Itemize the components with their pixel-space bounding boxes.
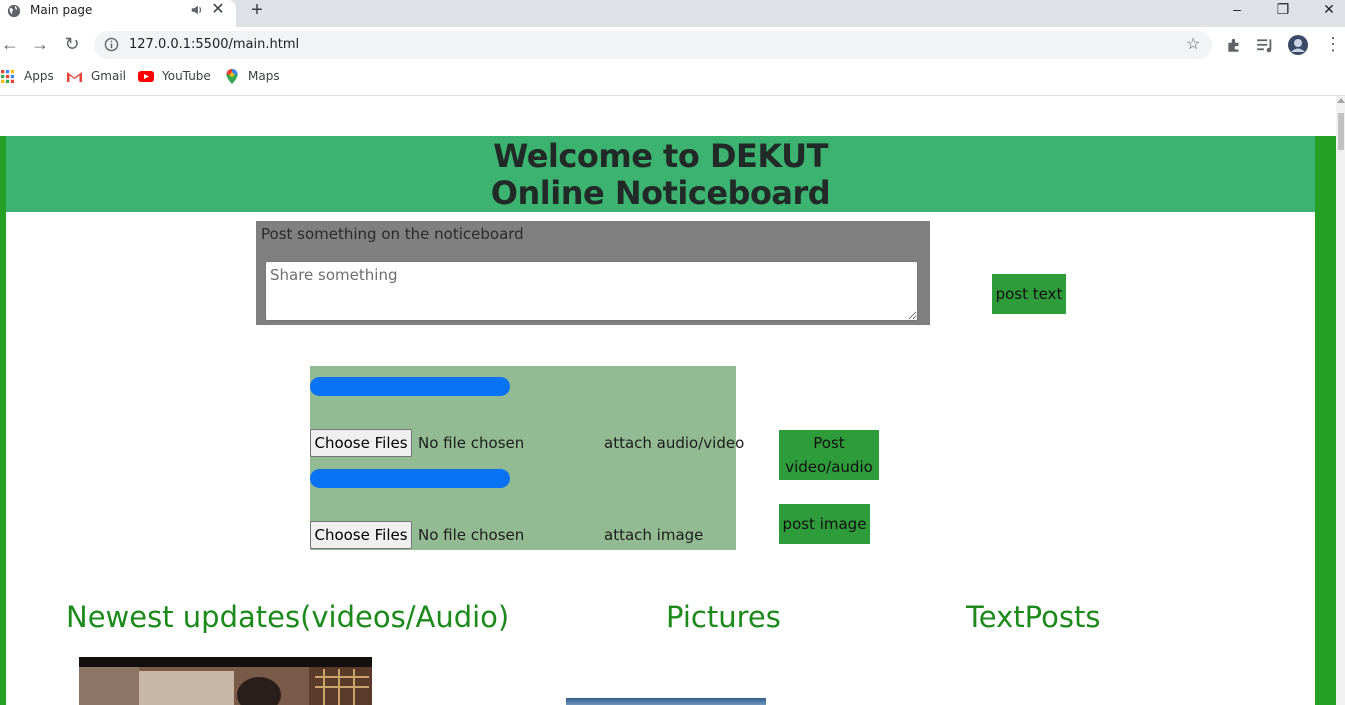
close-tab-icon[interactable]: ✕: [209, 1, 227, 19]
post-label: Post something on the noticeboard: [261, 225, 524, 243]
info-icon[interactable]: [104, 37, 119, 52]
youtube-icon: [138, 71, 154, 82]
choose-video-files-button[interactable]: Choose Files: [310, 429, 412, 457]
tab-title: Main page: [30, 3, 93, 17]
bookmark-apps[interactable]: Apps: [24, 69, 54, 83]
media-control-icon[interactable]: [1256, 36, 1274, 54]
scroll-up-icon[interactable]: [1337, 98, 1345, 103]
bookmark-maps[interactable]: Maps: [248, 69, 280, 83]
video-progress-bar: [310, 377, 510, 396]
bookmark-star-icon[interactable]: ☆: [1186, 34, 1200, 54]
post-text-button[interactable]: post text: [992, 274, 1066, 314]
post-video-audio-button[interactable]: Post video/audio: [779, 430, 879, 480]
profile-avatar-icon[interactable]: [1287, 34, 1309, 56]
menu-kebab-icon[interactable]: ⋮: [1324, 34, 1342, 54]
gmail-icon: [67, 71, 82, 82]
section-heading-textposts: TextPosts: [966, 600, 1101, 634]
attach-video-label: attach audio/video: [604, 434, 745, 452]
section-heading-videos: Newest updates(videos/Audio): [66, 600, 510, 634]
back-icon[interactable]: ←: [0, 34, 20, 54]
bookmark-youtube[interactable]: YouTube: [162, 69, 211, 83]
post-image-button[interactable]: post image: [779, 504, 870, 544]
forward-icon[interactable]: →: [30, 34, 50, 54]
share-textarea[interactable]: [265, 261, 918, 321]
reload-icon[interactable]: ↻: [62, 34, 82, 54]
video-player[interactable]: [79, 657, 372, 705]
image-progress-bar: [310, 469, 510, 488]
extensions-icon[interactable]: [1225, 36, 1243, 54]
window-close-icon[interactable]: ✕: [1306, 0, 1345, 20]
maps-icon: [226, 69, 238, 84]
post-video-label-line1: Post: [813, 434, 845, 452]
section-heading-pictures: Pictures: [666, 600, 781, 634]
page-scrollbar[interactable]: [1336, 96, 1345, 705]
picture-thumbnail[interactable]: [566, 698, 766, 705]
page-border-right: [1315, 136, 1336, 705]
video-frame-image: [79, 657, 372, 705]
globe-icon: [7, 4, 21, 18]
bookmark-gmail[interactable]: Gmail: [91, 69, 126, 83]
page-title-line1: Welcome to DEKUT: [493, 137, 828, 175]
apps-grid-icon: [1, 70, 14, 83]
attach-image-label: attach image: [604, 526, 704, 544]
page-border-left: [0, 136, 6, 705]
choose-image-files-button[interactable]: Choose Files: [310, 521, 412, 549]
page-title-line2: Online Noticeboard: [490, 174, 831, 212]
url-text: 127.0.0.1:5500/main.html: [129, 37, 300, 52]
page-title: Welcome to DEKUT Online Noticeboard: [6, 138, 1315, 212]
post-video-label-line2: video/audio: [785, 458, 873, 476]
speaker-icon[interactable]: [190, 3, 204, 17]
image-file-status: No file chosen: [418, 526, 525, 544]
restore-icon[interactable]: ❐: [1260, 0, 1306, 20]
new-tab-icon[interactable]: +: [247, 0, 267, 22]
video-file-status: No file chosen: [418, 434, 525, 452]
scrollbar-thumb[interactable]: [1338, 113, 1344, 150]
minimize-icon[interactable]: –: [1214, 0, 1260, 20]
chrome-divider: [0, 95, 1345, 96]
